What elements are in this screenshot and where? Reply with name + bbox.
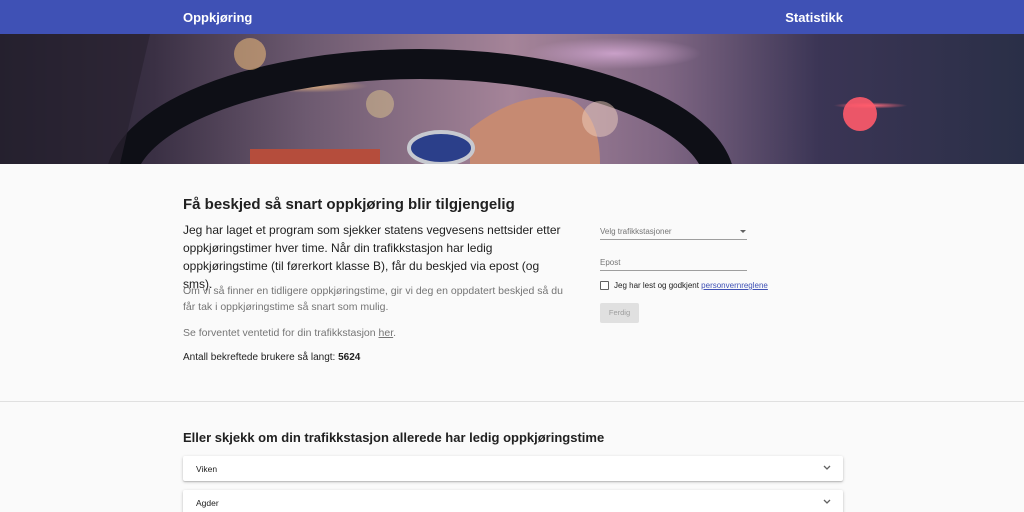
station-select-placeholder: Velg trafikkstasjoner bbox=[600, 227, 672, 236]
signup-paragraph: Om vi så finner en tidligere oppkjørings… bbox=[183, 285, 563, 313]
chevron-down-icon bbox=[823, 465, 831, 470]
statistics-link[interactable]: Statistikk bbox=[785, 10, 843, 25]
region-label: Agder bbox=[196, 498, 219, 508]
user-count-value: 5624 bbox=[338, 352, 361, 363]
section-divider bbox=[0, 401, 1024, 402]
wait-time-paragraph: Se forventet ventetid for din trafikksta… bbox=[183, 327, 397, 339]
brand-link[interactable]: Oppkjøring bbox=[183, 10, 252, 25]
terms-label: Jeg har lest og godkjent personvernregle… bbox=[614, 281, 768, 290]
top-app-bar: Oppkjøring Statistikk bbox=[0, 0, 1024, 34]
region-panel-viken[interactable]: Viken bbox=[183, 456, 843, 481]
hero-image bbox=[0, 34, 1024, 164]
submit-button[interactable]: Ferdig bbox=[600, 303, 639, 323]
region-panel-agder[interactable]: Agder bbox=[183, 490, 843, 512]
email-field[interactable]: Epost bbox=[600, 255, 747, 271]
user-count: Antall bekreftede brukere så langt: 5624 bbox=[183, 352, 361, 363]
stations-title: Eller skjekk om din trafikkstasjon aller… bbox=[183, 430, 605, 445]
station-select[interactable]: Velg trafikkstasjoner bbox=[600, 224, 747, 240]
privacy-policy-link[interactable]: personvernreglene bbox=[701, 281, 768, 290]
terms-checkbox[interactable] bbox=[600, 281, 609, 290]
dropdown-arrow-icon bbox=[740, 230, 746, 233]
email-placeholder: Epost bbox=[600, 258, 621, 267]
signup-title: Få beskjed så snart oppkjøring blir tilg… bbox=[183, 196, 515, 213]
chevron-down-icon bbox=[823, 499, 831, 504]
region-label: Viken bbox=[196, 464, 218, 474]
wait-time-link[interactable]: her bbox=[379, 327, 394, 339]
